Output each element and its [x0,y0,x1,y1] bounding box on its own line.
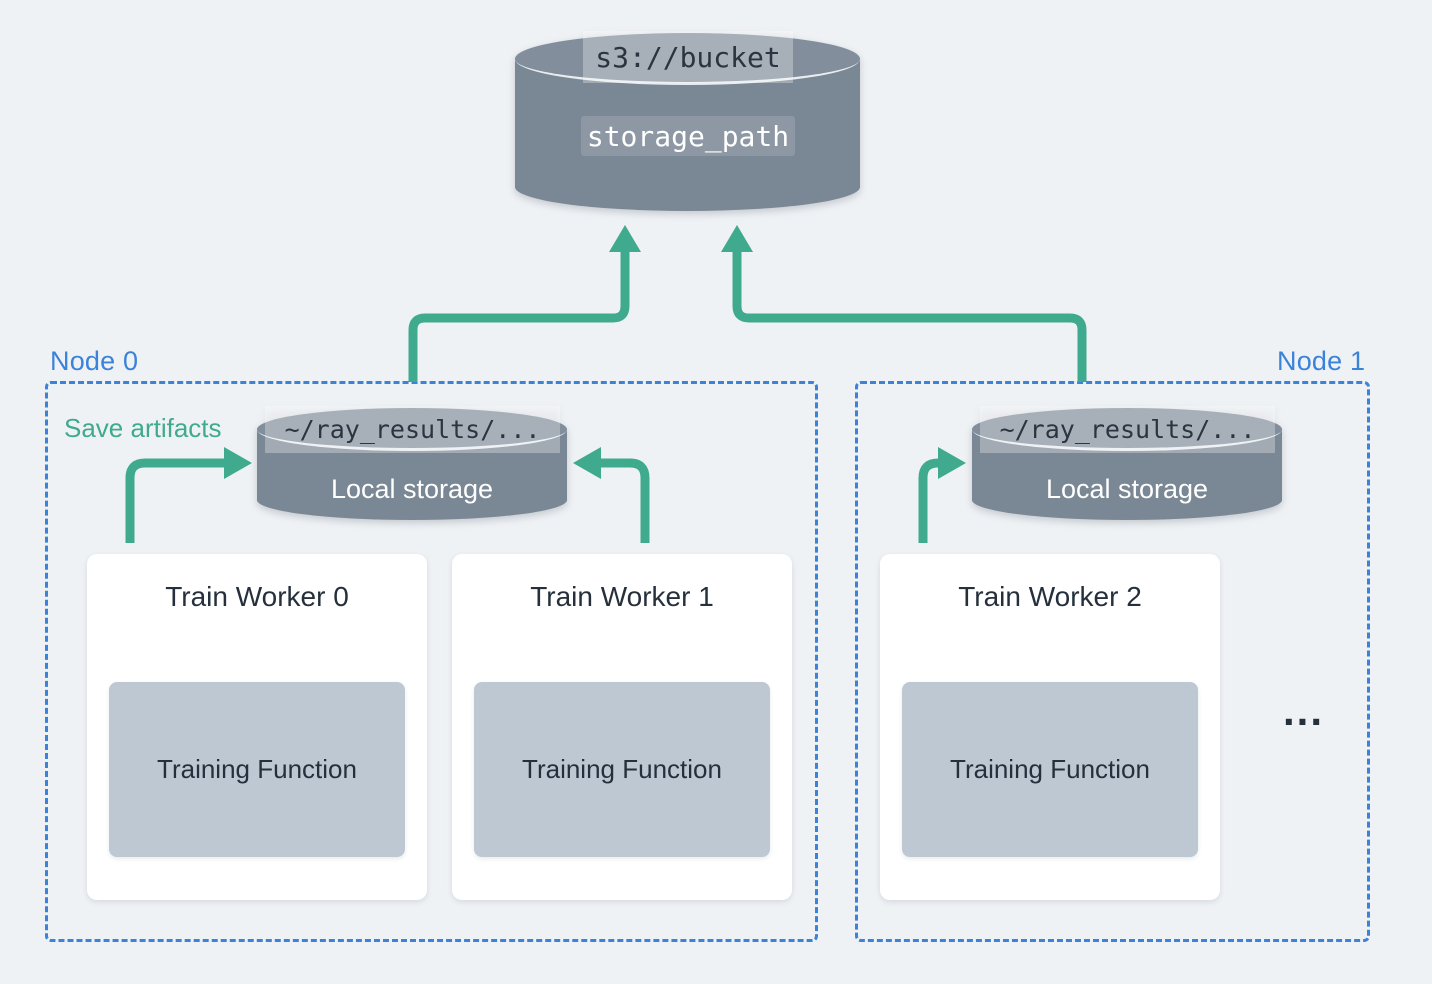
node-1-local-storage-path-chip: ~/ray_results/... [980,406,1275,453]
node-0-local-storage-path-chip: ~/ray_results/... [265,406,560,453]
save-artifacts-label: Save artifacts [64,413,222,443]
arrow-node0-to-remote-head [609,225,641,252]
train-worker-0-training-function[interactable]: Training Function [109,682,405,857]
diagram-canvas: s3://bucket storage_path Node 0 Save art… [0,0,1432,984]
node-1-local-storage-caption: Local storage [1045,474,1209,504]
training-function-label: Training Function [950,754,1150,784]
arrow-node1-to-remote [732,243,1087,382]
remote-storage-bucket-chip: s3://bucket [583,31,793,83]
remote-storage-bucket-label: s3://bucket [595,40,781,74]
train-worker-1-card[interactable]: Train Worker 1 Training Function [452,554,792,900]
train-worker-1-title: Train Worker 1 [530,581,714,612]
node-1-label: Node 1 [1277,346,1366,376]
training-function-label: Training Function [522,754,722,784]
node-1-local-storage-path-label: ~/ray_results/... [999,415,1256,444]
train-worker-2-card[interactable]: Train Worker 2 Training Function [880,554,1220,900]
node-0-local-storage-path-label: ~/ray_results/... [284,415,541,444]
remote-storage-path-chip: storage_path [581,116,795,156]
train-worker-0-title: Train Worker 0 [165,581,349,612]
node-0-local-storage-cylinder: ~/ray_results/... Local storage [257,406,567,520]
node-0-local-storage-caption: Local storage [330,474,494,504]
train-worker-1-training-function[interactable]: Training Function [474,682,770,857]
node-1-local-storage-cylinder: ~/ray_results/... Local storage [972,406,1282,520]
node-0-label: Node 0 [50,346,139,376]
train-worker-2-title: Train Worker 2 [958,581,1142,612]
remote-storage-path-label: storage_path [586,119,790,153]
arrow-node0-to-remote [408,243,630,382]
more-workers-ellipsis: ... [1283,687,1325,734]
train-worker-2-training-function[interactable]: Training Function [902,682,1198,857]
training-function-label: Training Function [157,754,357,784]
arrow-node1-to-remote-head [721,225,753,252]
remote-storage-cylinder: s3://bucket storage_path [515,31,860,211]
train-worker-0-card[interactable]: Train Worker 0 Training Function [87,554,427,900]
